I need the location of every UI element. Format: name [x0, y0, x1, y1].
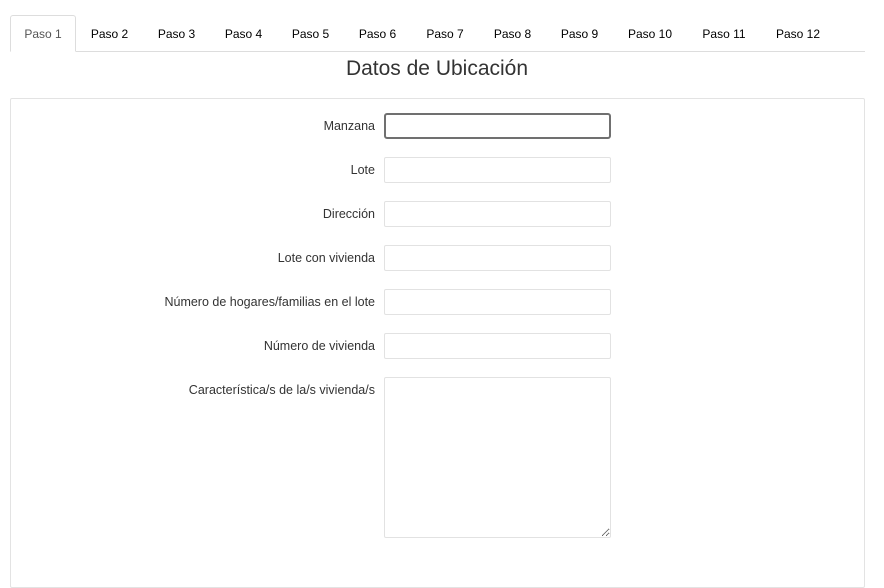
- tab-paso-3[interactable]: Paso 3: [143, 15, 210, 52]
- manzana-input[interactable]: [384, 113, 611, 139]
- tab-paso-5[interactable]: Paso 5: [277, 15, 344, 52]
- tab-paso-2[interactable]: Paso 2: [76, 15, 143, 52]
- direccion-input[interactable]: [384, 201, 611, 227]
- lote-input[interactable]: [384, 157, 611, 183]
- section-title: Datos de Ubicación: [345, 57, 529, 80]
- tab-paso-10[interactable]: Paso 10: [613, 15, 687, 52]
- label-numero-vivienda: Número de vivienda: [263, 339, 375, 353]
- tab-paso-4[interactable]: Paso 4: [210, 15, 277, 52]
- label-caracteristicas-vivienda: Característica/s de la/s vivienda/s: [188, 383, 375, 397]
- lote-con-vivienda-input[interactable]: [384, 245, 611, 271]
- label-direccion: Dirección: [322, 207, 375, 221]
- tab-paso-7[interactable]: Paso 7: [411, 15, 479, 52]
- label-lote-con-vivienda: Lote con vivienda: [277, 251, 375, 265]
- caracteristicas-vivienda-textarea[interactable]: [384, 377, 611, 538]
- tab-paso-1[interactable]: Paso 1: [10, 15, 76, 52]
- numero-vivienda-input[interactable]: [384, 333, 611, 359]
- label-numero-hogares: Número de hogares/familias en el lote: [164, 295, 375, 309]
- step-tabs: Paso 1 Paso 2 Paso 3 Paso 4 Paso 5 Paso …: [10, 15, 865, 52]
- tab-paso-8[interactable]: Paso 8: [479, 15, 546, 52]
- label-manzana: Manzana: [323, 119, 375, 133]
- numero-hogares-input[interactable]: [384, 289, 611, 315]
- tab-paso-9[interactable]: Paso 9: [546, 15, 613, 52]
- label-lote: Lote: [350, 163, 375, 177]
- tab-paso-12[interactable]: Paso 12: [761, 15, 835, 52]
- tab-paso-11[interactable]: Paso 11: [687, 15, 761, 52]
- tab-paso-6[interactable]: Paso 6: [344, 15, 411, 52]
